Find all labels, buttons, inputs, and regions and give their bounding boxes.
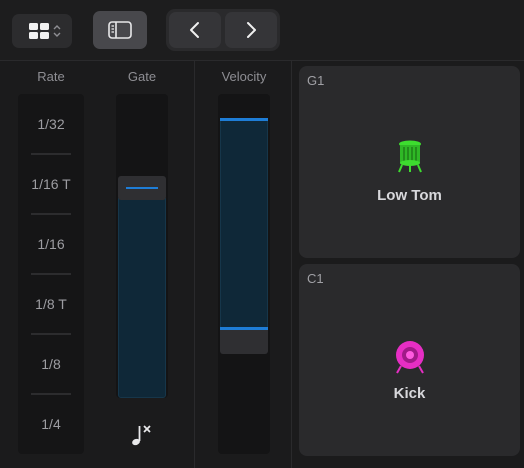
view-mode-button[interactable] <box>12 14 72 48</box>
chevron-left-icon <box>190 22 199 38</box>
rate-label: Rate <box>37 69 65 84</box>
rate-option-1-16[interactable]: 1/16 <box>18 236 84 252</box>
chevron-right-icon <box>247 22 256 38</box>
rate-option-1-16t[interactable]: 1/16 T <box>18 176 84 192</box>
velocity-high-handle[interactable] <box>220 118 268 122</box>
toolbar <box>0 0 524 61</box>
toggle-sidebar-button[interactable] <box>93 11 147 49</box>
rate-option-1-32[interactable]: 1/32 <box>18 116 84 132</box>
velocity-range-fill <box>220 119 268 328</box>
pad-name-label: Low Tom <box>377 187 442 204</box>
column-divider <box>291 60 292 468</box>
velocity-range-cap <box>220 330 268 354</box>
rate-divider <box>31 213 71 215</box>
rate-divider <box>31 153 71 155</box>
gate-label: Gate <box>127 69 157 84</box>
pad-low-tom[interactable]: G1 Low Tom <box>299 66 520 258</box>
forward-button[interactable] <box>225 12 277 48</box>
tom-drum-icon <box>398 140 422 173</box>
pad-note-label: G1 <box>307 73 325 88</box>
note-mute-icon[interactable] <box>128 420 158 450</box>
rate-option-1-4[interactable]: 1/4 <box>18 416 84 432</box>
pad-name-label: Kick <box>393 385 426 402</box>
rate-divider <box>31 333 71 335</box>
kick-drum-icon <box>396 341 424 374</box>
rate-selector[interactable]: 1/32 1/16 T 1/16 1/8 T 1/8 1/4 <box>18 94 84 454</box>
gate-slider-fill <box>118 198 166 398</box>
gate-level-line <box>126 187 158 190</box>
navigation-group <box>166 9 280 51</box>
gate-slider-handle[interactable] <box>118 176 166 201</box>
rate-divider <box>31 273 71 275</box>
rate-option-1-8t[interactable]: 1/8 T <box>18 296 84 312</box>
velocity-label: Velocity <box>221 69 267 84</box>
sidebar-icon <box>108 21 132 39</box>
back-button[interactable] <box>169 12 221 48</box>
rate-divider <box>31 393 71 395</box>
column-divider <box>194 60 195 468</box>
pad-kick[interactable]: C1 Kick <box>299 264 520 456</box>
grid-icon <box>29 23 61 39</box>
pad-note-label: C1 <box>307 271 324 286</box>
rate-option-1-8[interactable]: 1/8 <box>18 356 84 372</box>
